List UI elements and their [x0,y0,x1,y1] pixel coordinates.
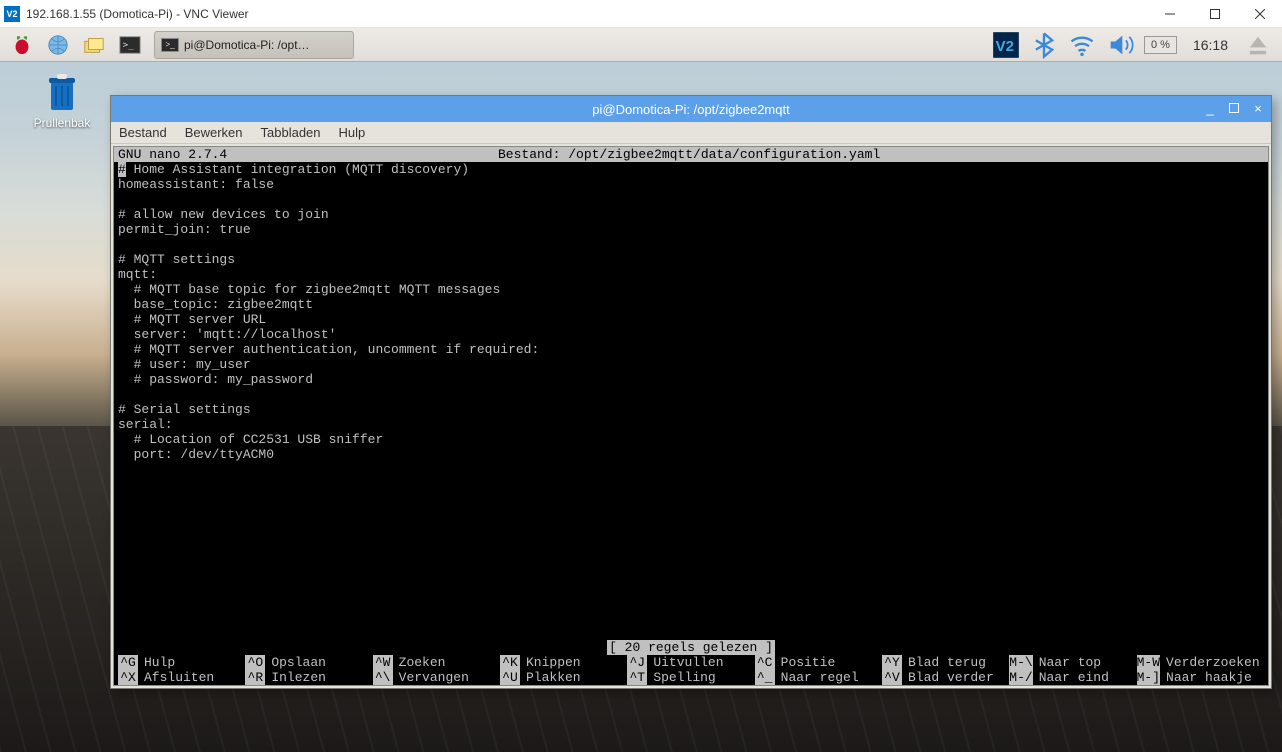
menu-hulp[interactable]: Hulp [339,125,366,140]
nano-shortcut: M-WVerderzoeken [1137,655,1264,670]
volume-icon[interactable] [1106,33,1134,57]
raspberry-menu-icon[interactable] [6,31,38,59]
terminal-launcher-icon[interactable]: >_ [114,31,146,59]
svg-text:>_: >_ [123,39,135,50]
trash-label: Prullenbak [22,116,102,130]
nano-shortcuts: ^GHulp^OOpslaan^WZoeken^KKnippen^JUitvul… [114,655,1268,685]
file-manager-icon[interactable] [78,31,110,59]
vnc-window-titlebar: V2 192.168.1.55 (Domotica-Pi) - VNC View… [0,0,1282,28]
wifi-icon[interactable] [1068,33,1096,57]
trash-desktop-icon[interactable]: Prullenbak [22,72,102,130]
terminal-maximize-button[interactable] [1223,98,1245,118]
nano-shortcut: ^JUitvullen [627,655,754,670]
menu-bewerken[interactable]: Bewerken [185,125,243,140]
system-tray: V2 0 % 16:18 [992,33,1278,57]
bluetooth-icon[interactable] [1030,33,1058,57]
menu-bestand[interactable]: Bestand [119,125,167,140]
nano-shortcut: ^WZoeken [373,655,500,670]
terminal-task-icon: >_ [161,38,179,52]
nano-shortcut: ^_Naar regel [755,670,882,685]
pi-taskbar: >_ >_ pi@Domotica-Pi: /opt… V2 0 % 16:18 [0,28,1282,62]
vnc-logo-icon: V2 [4,6,20,22]
minimize-button[interactable] [1147,0,1192,28]
nano-shortcut: ^CPositie [755,655,882,670]
nano-shortcut: ^XAfsluiten [118,670,245,685]
nano-shortcut: M-]Naar haakje [1137,670,1264,685]
svg-text:V2: V2 [995,37,1014,54]
terminal-content[interactable]: GNU nano 2.7.4 Bestand: /opt/zigbee2mqtt… [113,146,1269,686]
nano-shortcut: ^GHulp [118,655,245,670]
close-button[interactable] [1237,0,1282,28]
nano-version: GNU nano 2.7.4 [118,147,227,162]
nano-shortcut: ^YBlad terug [882,655,1009,670]
terminal-titlebar[interactable]: pi@Domotica-Pi: /opt/zigbee2mqtt _ × [111,96,1271,122]
terminal-window: pi@Domotica-Pi: /opt/zigbee2mqtt _ × Bes… [110,95,1272,689]
taskbar-task-label: pi@Domotica-Pi: /opt… [184,38,310,52]
nano-shortcut: ^RInlezen [245,670,372,685]
remote-desktop: >_ >_ pi@Domotica-Pi: /opt… V2 0 % 16:18 [0,28,1282,752]
terminal-menubar: Bestand Bewerken Tabbladen Hulp [111,122,1271,144]
vnc-server-tray-icon[interactable]: V2 [992,33,1020,57]
nano-shortcut: ^UPlakken [500,670,627,685]
nano-header: GNU nano 2.7.4 Bestand: /opt/zigbee2mqtt… [114,147,1268,162]
menu-tabbladen[interactable]: Tabbladen [261,125,321,140]
terminal-close-button[interactable]: × [1247,98,1269,118]
nano-status-row: [ 20 regels gelezen ] [114,640,1268,655]
cpu-usage-badge[interactable]: 0 % [1144,36,1177,54]
nano-shortcut: M-\Naar top [1009,655,1136,670]
maximize-button[interactable] [1192,0,1237,28]
terminal-minimize-button[interactable]: _ [1199,98,1221,118]
nano-shortcut: ^KKnippen [500,655,627,670]
nano-status-text: [ 20 regels gelezen ] [607,640,775,655]
nano-editor-body[interactable]: # Home Assistant integration (MQTT disco… [114,162,1268,462]
eject-icon[interactable] [1244,33,1272,57]
taskbar-terminal-task[interactable]: >_ pi@Domotica-Pi: /opt… [154,31,354,59]
clock[interactable]: 16:18 [1187,37,1234,53]
web-browser-icon[interactable] [42,31,74,59]
nano-shortcut: ^OOpslaan [245,655,372,670]
nano-shortcut: ^\Vervangen [373,670,500,685]
nano-shortcut: ^VBlad verder [882,670,1009,685]
vnc-window-title: 192.168.1.55 (Domotica-Pi) - VNC Viewer [26,7,1147,21]
nano-shortcut: ^TSpelling [627,670,754,685]
nano-filename: Bestand: /opt/zigbee2mqtt/data/configura… [498,147,1264,162]
nano-shortcut: M-/Naar eind [1009,670,1136,685]
terminal-title: pi@Domotica-Pi: /opt/zigbee2mqtt [592,102,789,117]
